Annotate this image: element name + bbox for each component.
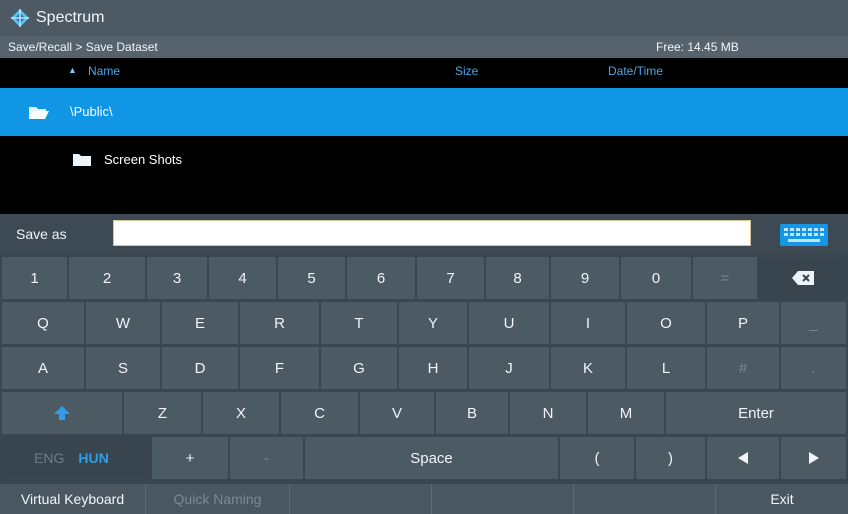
key-f[interactable]: F [240,347,319,389]
screen: Spectrum Save/Recall > Save Dataset Free… [0,0,848,514]
enter-key[interactable]: Enter [666,392,846,434]
key-minus[interactable]: - [230,437,303,479]
softkey-empty-5[interactable] [574,484,716,514]
app-title: Spectrum [36,9,105,26]
softkey-quick-naming[interactable]: Quick Naming [146,484,290,514]
save-as-bar: Save as [0,214,848,254]
key-0[interactable]: 0 [621,257,691,299]
space-key[interactable]: Space [305,437,558,479]
key-r[interactable]: R [240,302,319,344]
key-e[interactable]: E [162,302,238,344]
key-m[interactable]: M [588,392,664,434]
key-3[interactable]: 3 [147,257,207,299]
key-underscore[interactable]: _ [781,302,846,344]
key-7[interactable]: 7 [417,257,484,299]
key-plus[interactable]: + [152,437,228,479]
save-as-input[interactable] [113,220,751,246]
key-d[interactable]: D [162,347,238,389]
path-bar: Save/Recall > Save Dataset Free: 14.45 M… [0,36,848,58]
key-9[interactable]: 9 [551,257,619,299]
key-c[interactable]: C [281,392,358,434]
softkey-virtual-keyboard[interactable]: Virtual Keyboard [0,484,146,514]
column-date[interactable]: Date/Time [608,64,663,78]
free-space: Free: 14.45 MB [656,40,739,54]
key-8[interactable]: 8 [486,257,549,299]
key-4[interactable]: 4 [209,257,276,299]
key-right-paren[interactable]: ) [636,437,705,479]
column-name[interactable]: Name [88,64,120,78]
key-i[interactable]: I [551,302,625,344]
list-item[interactable]: \Public\ [0,88,848,136]
column-size[interactable]: Size [455,64,478,78]
key-g[interactable]: G [321,347,397,389]
key-1[interactable]: 1 [2,257,67,299]
key-period[interactable]: . [781,347,846,389]
key-hash[interactable]: # [707,347,779,389]
backspace-key[interactable] [759,257,846,299]
key-y[interactable]: Y [399,302,467,344]
key-a[interactable]: A [2,347,84,389]
spectrum-logo-icon [11,9,29,27]
key-z[interactable]: Z [124,392,201,434]
softkey-exit[interactable]: Exit [716,484,848,514]
key-w[interactable]: W [86,302,160,344]
language-toggle[interactable]: ENG HUN [2,437,150,479]
key-j[interactable]: J [469,347,549,389]
arrow-right-icon [808,452,819,464]
key-h[interactable]: H [399,347,467,389]
key-u[interactable]: U [469,302,549,344]
folder-icon [73,154,91,166]
file-name: Screen Shots [104,152,183,167]
file-list: \Public\ Screen Shots [0,84,848,214]
key-equals[interactable]: = [693,257,757,299]
arrow-left-icon [738,452,748,464]
sort-ascending-icon[interactable]: ▲ [68,65,77,75]
cursor-right-key[interactable] [781,437,846,479]
column-header: ▲ Name Size Date/Time [0,58,848,84]
virtual-keyboard: 1 2 3 4 5 6 7 8 9 0 = Q W E R T Y U I O … [0,254,848,484]
key-x[interactable]: X [203,392,279,434]
keyboard-icon[interactable] [780,224,828,246]
key-o[interactable]: O [627,302,705,344]
key-q[interactable]: Q [2,302,84,344]
key-left-paren[interactable]: ( [560,437,634,479]
file-name: \Public\ [70,104,113,119]
list-item[interactable]: Screen Shots [0,136,848,184]
title-bar: Spectrum [0,0,848,36]
key-v[interactable]: V [360,392,434,434]
lang-hun[interactable]: HUN [78,450,108,466]
softkey-empty-3[interactable] [290,484,432,514]
save-as-label: Save as [16,226,67,242]
key-6[interactable]: 6 [347,257,415,299]
key-2[interactable]: 2 [69,257,145,299]
key-n[interactable]: N [510,392,586,434]
key-b[interactable]: B [436,392,508,434]
backspace-icon [791,271,814,285]
softkey-empty-4[interactable] [432,484,574,514]
shift-key[interactable] [2,392,122,434]
lang-eng[interactable]: ENG [34,450,64,466]
shift-up-icon [54,406,70,420]
key-s[interactable]: S [86,347,160,389]
key-l[interactable]: L [627,347,705,389]
cursor-left-key[interactable] [707,437,779,479]
softkey-bar: Virtual Keyboard Quick Naming Exit [0,484,848,514]
key-t[interactable]: T [321,302,397,344]
breadcrumb: Save/Recall > Save Dataset [8,40,158,54]
key-5[interactable]: 5 [278,257,345,299]
key-k[interactable]: K [551,347,625,389]
key-p[interactable]: P [707,302,779,344]
folder-open-icon [29,107,49,119]
